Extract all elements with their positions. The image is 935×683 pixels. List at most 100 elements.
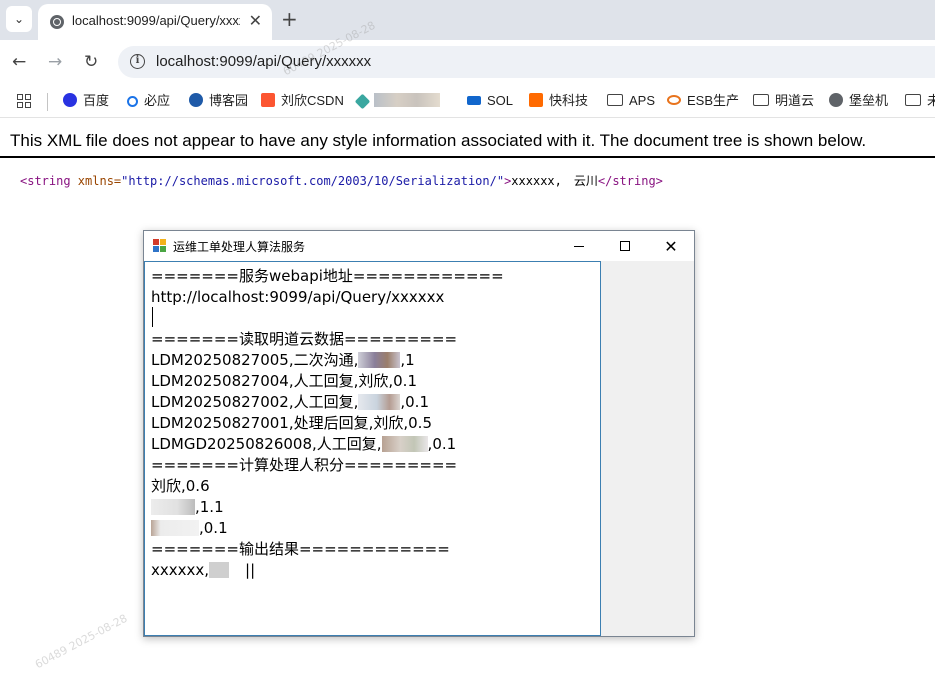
bookmark-kkj[interactable]: 快科技 (529, 92, 588, 110)
globe-icon (829, 93, 843, 107)
log-line-suffix: ,0.1 (427, 435, 457, 453)
log-line-text: LDM20250827002,人工回复, (151, 393, 359, 411)
log-textbox[interactable]: =======服务webapi地址============ http://loc… (144, 261, 601, 636)
log-line: LDM20250827005,二次沟通, ,1 (151, 350, 415, 371)
bookmark-label: 堡垒机 (849, 93, 889, 108)
folder-icon (607, 94, 623, 106)
redacted-name (151, 499, 195, 515)
log-line: LDMGD20250826008,人工回复, ,0.1 (151, 434, 456, 455)
kkj-icon (529, 93, 543, 107)
app-title: 运维工单处理人算法服务 (173, 240, 306, 254)
folder-icon (905, 94, 921, 106)
tab-search-button[interactable]: ⌄ (6, 6, 32, 32)
bookmark-bastion[interactable]: 堡垒机 (829, 92, 888, 110)
notice-divider (0, 156, 935, 158)
text-caret (152, 307, 153, 327)
log-line: 刘欣,0.6 (151, 477, 210, 495)
log-line: LDM20250827004,人工回复,刘欣,0.1 (151, 372, 417, 390)
app-titlebar[interactable]: 运维工单处理人算法服务 ✕ (144, 231, 694, 261)
redacted-name (358, 352, 401, 368)
address-bar[interactable]: i localhost:9099/api/Query/xxxxxx (118, 46, 935, 78)
bookmark-label: 百度 (83, 93, 110, 108)
bookmarks-bar: 百度 必应 博客园 刘欣CSDN SOL 快科技 APS ESB生产 明道云 堡… (0, 84, 935, 118)
maximize-icon (620, 241, 630, 251)
log-line-suffix: ,0.1 (400, 393, 429, 411)
xml-document-line: <string xmlns="http://schemas.microsoft.… (20, 172, 663, 189)
chevron-down-icon: ⌄ (13, 12, 25, 26)
globe-icon (50, 15, 64, 29)
bookmark-label: APS (629, 93, 656, 108)
log-line: LDM20250827002,人工回复, ,0.1 (151, 392, 429, 413)
sap-icon (467, 96, 481, 105)
tab-title: localhost:9099/api/Query/xxxxxx (72, 13, 240, 28)
app-icon (153, 239, 167, 253)
redacted-name (358, 394, 401, 410)
bookmark-label: 博客园 (209, 93, 249, 108)
close-icon[interactable]: ✕ (249, 12, 262, 30)
back-arrow-icon[interactable]: ← (12, 52, 26, 72)
redacted-label (374, 93, 440, 107)
minimize-button[interactable] (556, 231, 602, 261)
bookmark-label: 快科技 (549, 93, 589, 108)
bookmark-csdn[interactable]: 刘欣CSDN (261, 92, 344, 110)
bookmark-mingdaoyun[interactable]: 明道云 (753, 92, 814, 110)
log-line: ,1.1 (151, 497, 224, 518)
new-tab-button[interactable]: + (281, 8, 298, 30)
baidu-paw-icon (63, 93, 77, 107)
bookmark-baidu[interactable]: 百度 (63, 92, 109, 110)
bookmark-label: 明道云 (775, 93, 815, 108)
diamond-logo-icon (354, 93, 371, 110)
log-line-suffix: ,0.1 (199, 519, 228, 537)
bookmark-esb[interactable]: ESB生产 (667, 92, 739, 110)
csdn-c-icon (261, 93, 275, 107)
xml-style-notice: This XML file does not appear to have an… (10, 131, 867, 150)
log-line: http://localhost:9099/api/Query/xxxxxx (151, 288, 445, 306)
log-line: =======读取明道云数据========= (151, 330, 458, 348)
cnblogs-globe-icon (189, 93, 203, 107)
log-line: xxxxxx, || (151, 560, 255, 581)
close-button[interactable]: ✕ (648, 231, 694, 261)
redacted-name (151, 520, 199, 536)
log-line: =======输出结果============ (151, 540, 450, 558)
log-line: ,0.1 (151, 518, 228, 539)
xml-content: xxxxxx, 云川 (511, 174, 598, 188)
bookmark-label: 未 (927, 93, 935, 108)
bookmark-aps[interactable]: APS (607, 92, 655, 110)
bookmark-bing[interactable]: 必应 (127, 92, 170, 110)
bookmark-sol[interactable]: SOL (467, 92, 513, 110)
xml-attr-value: "http://schemas.microsoft.com/2003/10/Se… (121, 174, 505, 188)
maximize-button[interactable] (602, 231, 648, 261)
close-icon: ✕ (664, 236, 678, 256)
search-icon (127, 96, 138, 107)
log-line-suffix: ,1 (400, 351, 415, 369)
redacted-name (209, 562, 230, 578)
log-line-text: LDM20250827005,二次沟通, (151, 351, 359, 369)
xml-open-tag: <string (20, 174, 71, 188)
bookmark-redacted[interactable] (354, 92, 440, 110)
log-line-suffix: ,1.1 (195, 498, 224, 516)
folder-icon (753, 94, 769, 106)
forward-arrow-icon[interactable]: → (48, 52, 62, 72)
log-line-suffix: || (245, 561, 256, 579)
active-tab[interactable]: localhost:9099/api/Query/xxxxxx ✕ (38, 4, 272, 40)
reload-icon[interactable]: ↻ (84, 52, 98, 72)
browser-toolbar: ← → ↻ i localhost:9099/api/Query/xxxxxx (0, 40, 935, 84)
bookmark-label: SOL (487, 93, 514, 108)
bookmarks-divider (47, 93, 48, 111)
esb-eye-icon (667, 95, 681, 105)
log-line-text: LDMGD20250826008,人工回复, (151, 435, 382, 453)
bookmark-label: 必应 (144, 93, 171, 108)
site-info-icon[interactable]: i (130, 54, 145, 69)
browser-window: ⌄ localhost:9099/api/Query/xxxxxx ✕ + ← … (0, 0, 935, 683)
minimize-icon (574, 245, 584, 247)
xml-close-tag: </string> (597, 174, 663, 188)
log-line-text: xxxxxx, (151, 561, 210, 579)
watermark: 60489 2025-08-28 (32, 611, 130, 672)
bookmark-label: 刘欣CSDN (281, 93, 344, 108)
log-line: LDM20250827001,处理后回复,刘欣,0.5 (151, 414, 432, 432)
bookmark-cnblogs[interactable]: 博客园 (189, 92, 248, 110)
apps-grid-icon[interactable] (17, 94, 32, 109)
redacted-name (381, 436, 428, 452)
bookmark-truncated[interactable]: 未 (905, 92, 935, 110)
address-url[interactable]: localhost:9099/api/Query/xxxxxx (156, 53, 371, 70)
